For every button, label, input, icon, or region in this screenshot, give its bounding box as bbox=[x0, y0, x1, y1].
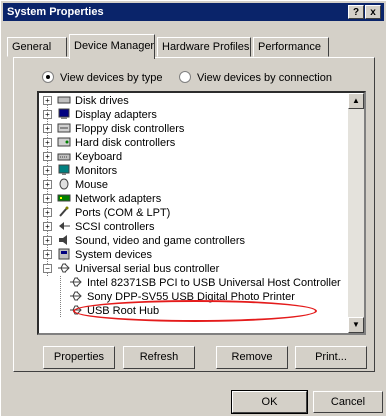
tree-item-label: Mouse bbox=[75, 179, 109, 191]
expand-icon[interactable]: + bbox=[43, 194, 52, 203]
tab-performance[interactable]: Performance bbox=[253, 37, 329, 57]
expand-icon[interactable]: + bbox=[43, 152, 52, 161]
keyboard-icon bbox=[57, 150, 71, 162]
view-by-connection-label: View devices by connection bbox=[197, 72, 332, 84]
view-by-type-radio[interactable]: View devices by type bbox=[42, 71, 163, 85]
title-bar[interactable]: System Properties ? x bbox=[3, 3, 384, 21]
ok-button[interactable]: OK bbox=[231, 390, 308, 414]
vertical-scrollbar[interactable]: ▲ ▼ bbox=[348, 93, 364, 333]
tree-item-label: Display adapters bbox=[75, 109, 157, 121]
cancel-button[interactable]: Cancel bbox=[313, 391, 383, 413]
mouse-icon bbox=[57, 178, 71, 190]
expand-icon[interactable]: + bbox=[43, 166, 52, 175]
scroll-down-button[interactable]: ▼ bbox=[348, 317, 364, 333]
expand-icon[interactable]: + bbox=[43, 236, 52, 245]
disk-drive-icon bbox=[57, 94, 71, 106]
scsi-icon bbox=[57, 220, 71, 232]
monitor-icon bbox=[57, 164, 71, 176]
tree-item-label: Floppy disk controllers bbox=[75, 123, 185, 135]
tree-item-label: Keyboard bbox=[75, 151, 123, 163]
system-properties-window: System Properties ? x General Device Man… bbox=[0, 0, 387, 417]
close-button[interactable]: x bbox=[365, 5, 381, 19]
system-device-icon bbox=[57, 248, 71, 260]
tree-item-intel-usb-host[interactable]: Intel 82371SB PCI to USB Universal Host … bbox=[69, 276, 341, 290]
tab-general[interactable]: General bbox=[7, 37, 67, 57]
remove-button[interactable]: Remove bbox=[216, 346, 288, 369]
tree-item-label: SCSI controllers bbox=[75, 221, 155, 233]
tree-connector bbox=[60, 276, 61, 317]
scroll-up-button[interactable]: ▲ bbox=[348, 93, 364, 109]
device-tree[interactable]: + Disk drives + Display adapters + Flopp… bbox=[37, 91, 366, 335]
refresh-button[interactable]: Refresh bbox=[123, 346, 195, 369]
print-button[interactable]: Print... bbox=[295, 346, 367, 369]
tree-item-label: Ports (COM & LPT) bbox=[75, 207, 171, 219]
expand-icon[interactable]: + bbox=[43, 96, 52, 105]
expand-icon[interactable]: + bbox=[43, 208, 52, 217]
highlight-ring bbox=[73, 300, 317, 322]
port-icon bbox=[57, 206, 71, 218]
display-adapter-icon bbox=[57, 108, 71, 120]
radio-selected-icon bbox=[42, 71, 54, 83]
usb-icon bbox=[69, 290, 83, 302]
expand-icon[interactable]: + bbox=[43, 110, 52, 119]
view-by-connection-radio[interactable]: View devices by connection bbox=[179, 71, 332, 85]
view-by-type-label: View devices by type bbox=[60, 72, 163, 84]
tree-item-label: Monitors bbox=[75, 165, 118, 177]
tree-item-label: Hard disk controllers bbox=[75, 137, 176, 149]
expand-icon[interactable]: + bbox=[43, 250, 52, 259]
usb-icon bbox=[69, 276, 83, 288]
hard-disk-controller-icon bbox=[57, 136, 71, 148]
tab-device-manager[interactable]: Device Manager bbox=[69, 34, 155, 59]
tab-hardware-profiles[interactable]: Hardware Profiles bbox=[157, 37, 251, 57]
usb-icon bbox=[57, 262, 71, 274]
tree-item-label: Universal serial bus controller bbox=[75, 263, 220, 275]
expand-icon[interactable]: + bbox=[43, 138, 52, 147]
help-button[interactable]: ? bbox=[348, 5, 364, 19]
sound-icon bbox=[57, 234, 71, 246]
tree-item-label: Intel 82371SB PCI to USB Universal Host … bbox=[87, 277, 341, 289]
expand-icon[interactable]: + bbox=[43, 124, 52, 133]
tree-item-label: System devices bbox=[75, 249, 153, 261]
collapse-icon[interactable]: − bbox=[43, 264, 52, 273]
tree-item-label: Sound, video and game controllers bbox=[75, 235, 245, 247]
window-title: System Properties bbox=[7, 6, 104, 18]
expand-icon[interactable]: + bbox=[43, 180, 52, 189]
network-adapter-icon bbox=[57, 192, 71, 204]
radio-empty-icon bbox=[179, 71, 191, 83]
tree-item-label: Network adapters bbox=[75, 193, 162, 205]
floppy-controller-icon bbox=[57, 122, 71, 134]
properties-button[interactable]: Properties bbox=[43, 346, 115, 369]
expand-icon[interactable]: + bbox=[43, 222, 52, 231]
tree-item-label: Disk drives bbox=[75, 95, 129, 107]
